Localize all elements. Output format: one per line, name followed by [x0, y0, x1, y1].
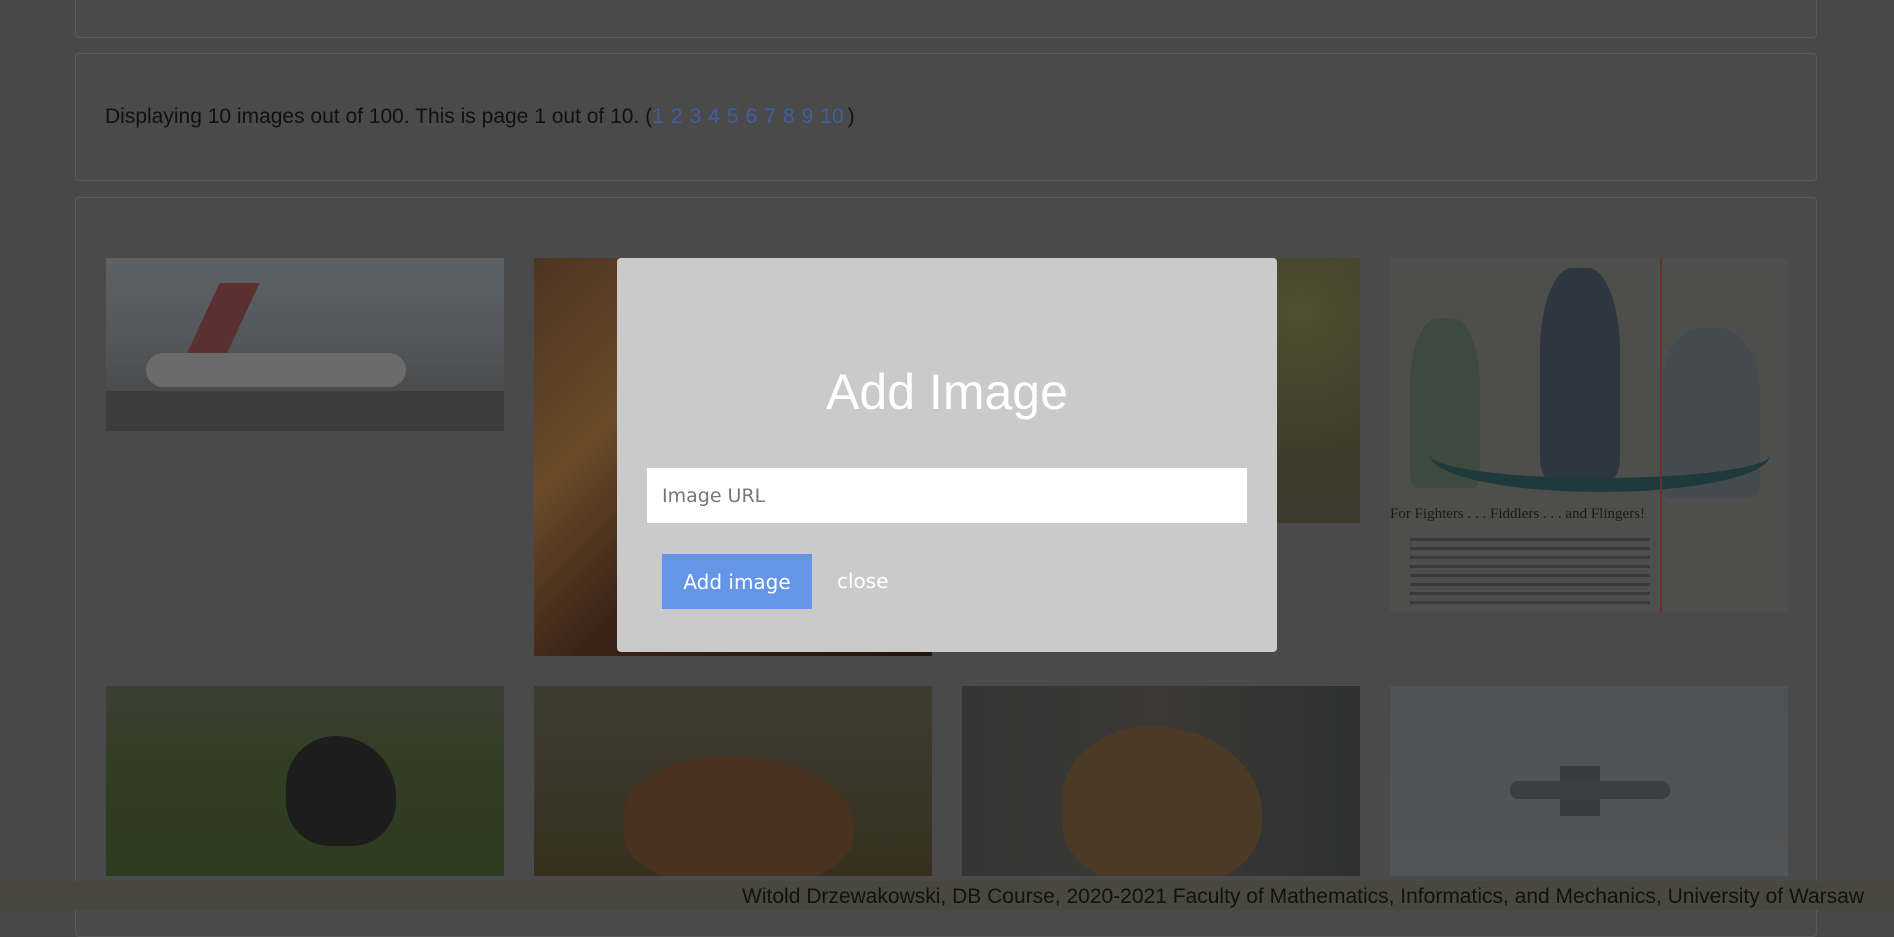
- gallery-image-poster[interactable]: For Fighters . . . Fiddlers . . . and Fl…: [1390, 258, 1788, 612]
- page-link-2[interactable]: 2: [671, 105, 683, 128]
- close-button[interactable]: close: [837, 554, 889, 609]
- corgi: [624, 756, 854, 876]
- border-collie: [286, 736, 396, 846]
- poster-swoosh: [1430, 418, 1770, 492]
- footer: Witold Drzewakowski, DB Course, 2020-202…: [0, 881, 1894, 910]
- page-link-10[interactable]: 10: [820, 105, 843, 128]
- german-shepherd: [1062, 726, 1262, 876]
- page-link-7[interactable]: 7: [764, 105, 776, 128]
- page-link-6[interactable]: 6: [746, 105, 758, 128]
- gallery-image-jet[interactable]: [1390, 686, 1788, 876]
- page-link-8[interactable]: 8: [783, 105, 795, 128]
- page-link-5[interactable]: 5: [727, 105, 739, 128]
- top-card: [75, 0, 1817, 38]
- plane-body: [146, 353, 406, 387]
- pagination-text: Displaying 10 images out of 100. This is…: [105, 105, 653, 128]
- modal-title: Add Image: [826, 364, 1068, 420]
- page-link-1[interactable]: 1: [652, 105, 664, 128]
- page-link-3[interactable]: 3: [689, 105, 701, 128]
- gallery-image-corgi[interactable]: [534, 686, 932, 876]
- add-image-modal: Add Image Add image close: [617, 258, 1277, 652]
- plane-tail: [182, 283, 260, 363]
- page-links: 1 2 3 4 5 6 7 8 9 10: [652, 105, 848, 128]
- add-image-button[interactable]: Add image: [662, 554, 812, 609]
- gallery-image-dog-running[interactable]: [106, 686, 504, 876]
- page-link-9[interactable]: 9: [802, 105, 814, 128]
- poster-body-text: [1410, 538, 1650, 610]
- poster-caption: For Fighters . . . Fiddlers . . . and Fl…: [1390, 506, 1645, 522]
- gallery-image-airplane[interactable]: [106, 258, 504, 431]
- tarmac: [106, 391, 504, 431]
- gallery-image-shepherd[interactable]: [962, 686, 1360, 876]
- page-link-4[interactable]: 4: [708, 105, 720, 128]
- image-url-input[interactable]: [647, 468, 1247, 523]
- pagination-close-paren: ): [847, 105, 855, 128]
- pagination-summary: Displaying 10 images out of 100. This is…: [105, 105, 855, 129]
- footer-credits: Witold Drzewakowski, DB Course, 2020-202…: [742, 885, 1864, 908]
- poster-divider: [1660, 258, 1662, 612]
- jet-fuselage: [1510, 781, 1670, 799]
